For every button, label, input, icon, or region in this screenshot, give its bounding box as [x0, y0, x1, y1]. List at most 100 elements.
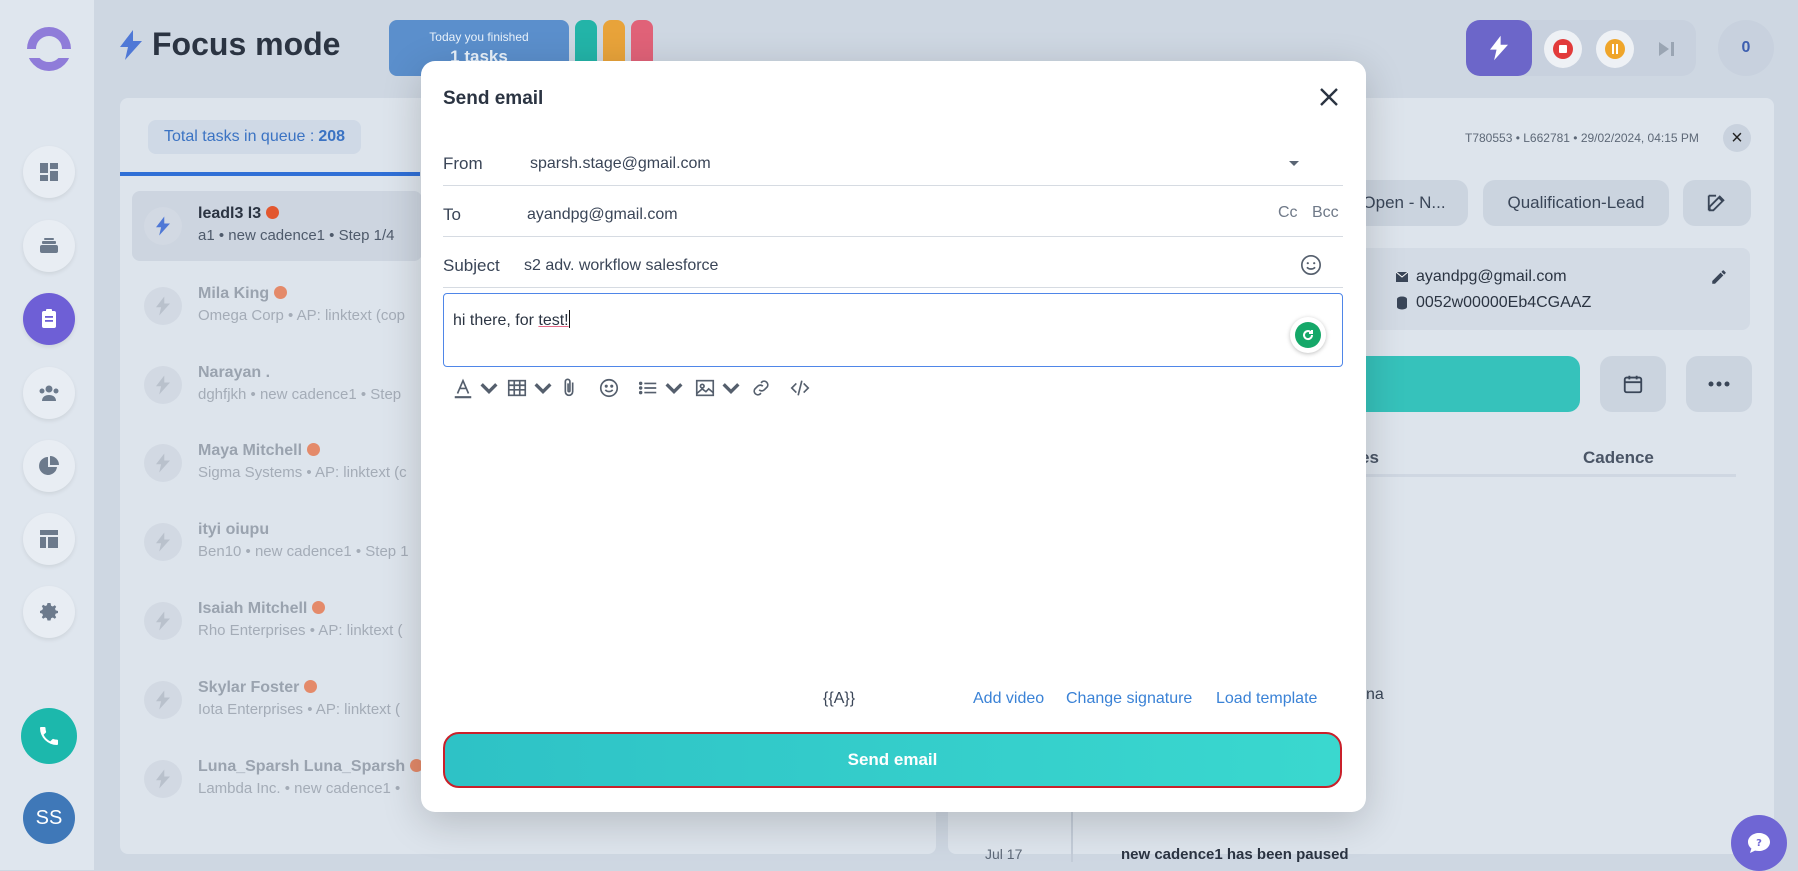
subject-label: Subject: [443, 256, 500, 275]
focus-bolt-button[interactable]: [1466, 20, 1532, 76]
inbox-icon[interactable]: [23, 220, 75, 272]
emoji-button[interactable]: [598, 375, 620, 401]
progress-label: Today you finished: [429, 30, 529, 44]
cc-button[interactable]: Cc: [1278, 204, 1298, 222]
more-icon: [1708, 381, 1730, 387]
lead-name: leadl3 l3: [198, 205, 262, 222]
bolt-icon: [144, 523, 182, 561]
link-button[interactable]: [750, 375, 772, 401]
lead-subtitle: Iota Enterprises • AP: linktext (: [198, 701, 401, 718]
chat-icon[interactable]: ?: [1731, 815, 1787, 871]
reports-icon[interactable]: [23, 440, 75, 492]
table-icon: [507, 379, 527, 397]
database-icon: [1397, 296, 1407, 310]
skip-icon: [1659, 42, 1674, 56]
timeline-line: [1071, 812, 1073, 862]
contact-email: ayandpg@gmail.com: [1416, 268, 1567, 285]
load-template-link[interactable]: Load template: [1216, 690, 1317, 708]
layout-icon[interactable]: [23, 513, 75, 565]
list-item[interactable]: Narayan . dghfjkh • new cadence1 • Step: [132, 350, 422, 420]
lead-name: Luna_Sparsh Luna_Sparsh: [198, 758, 406, 775]
lead-subtitle: dghfjkh • new cadence1 • Step: [198, 386, 402, 403]
primary-action-button[interactable]: l: [1340, 356, 1580, 412]
body-word: test!: [538, 312, 569, 329]
hot-lead-icon: [304, 680, 318, 693]
to-field[interactable]: ayandpg@gmail.com: [527, 206, 678, 224]
queue-count-badge: Total tasks in queue : 208: [148, 120, 362, 154]
chevron-down-icon[interactable]: [1289, 161, 1299, 166]
edit-button[interactable]: [1683, 180, 1751, 226]
stop-button[interactable]: [1544, 30, 1582, 68]
list-item[interactable]: Mila King Omega Corp • AP: linktext (cop: [132, 271, 422, 341]
settings-icon[interactable]: [23, 586, 75, 638]
image-button[interactable]: [694, 375, 742, 401]
table-button[interactable]: [506, 375, 554, 401]
add-video-link[interactable]: Add video: [973, 690, 1044, 708]
attach-button[interactable]: [558, 375, 580, 401]
to-label: To: [443, 205, 461, 224]
list-item[interactable]: Isaiah Mitchell Rho Enterprises • AP: li…: [132, 586, 422, 656]
bolt-icon: [144, 681, 182, 719]
stage-tag[interactable]: Qualification-Lead: [1483, 180, 1669, 226]
list-item[interactable]: leadl3 l3 a1 • new cadence1 • Step 1/4: [132, 191, 422, 261]
close-icon[interactable]: ×: [1723, 124, 1751, 152]
schedule-button[interactable]: [1600, 356, 1666, 412]
bolt-icon: [1490, 35, 1508, 61]
email-body-editor[interactable]: [443, 293, 1343, 367]
modal-title: Send email: [443, 88, 544, 109]
timeline-date: Jul 17: [985, 846, 1023, 862]
send-email-button[interactable]: Send email: [443, 732, 1342, 788]
close-icon[interactable]: [1314, 82, 1344, 112]
text-color-button[interactable]: [452, 375, 500, 401]
list-button[interactable]: [637, 375, 685, 401]
queue-progress-line: [120, 172, 420, 176]
hot-lead-icon: [312, 601, 326, 614]
list-item[interactable]: ityi oiupu Ben10 • new cadence1 • Step 1: [132, 507, 422, 577]
list-item[interactable]: Maya Mitchell Sigma Systems • AP: linkte…: [132, 428, 422, 498]
crm-row: 0052w00000Eb4CGAAZ: [1396, 294, 1591, 312]
bolt-icon: [144, 366, 182, 404]
lead-name: ityi oiupu: [198, 521, 270, 538]
grammarly-icon[interactable]: [1290, 317, 1326, 353]
list-item[interactable]: Luna_Sparsh Luna_Sparsh Lambda Inc. • ne…: [132, 744, 424, 814]
tasks-icon[interactable]: [23, 293, 75, 345]
chevron-down-icon: [722, 383, 740, 395]
list-icon: [638, 381, 657, 395]
users-icon[interactable]: [23, 367, 75, 419]
tab-divider: [1340, 474, 1736, 477]
code-button[interactable]: [789, 375, 811, 401]
hot-lead-icon: [266, 206, 280, 219]
email-body-text[interactable]: hi there, for test!: [453, 310, 570, 330]
skip-button[interactable]: [1648, 30, 1686, 68]
dashboard-icon[interactable]: [23, 146, 75, 198]
hot-lead-icon: [307, 443, 321, 456]
more-button[interactable]: [1686, 356, 1752, 412]
email-row: ayandpg@gmail.com: [1396, 268, 1567, 286]
chevron-down-icon: [534, 383, 552, 395]
bolt-icon: [144, 760, 182, 798]
svg-text:?: ?: [1756, 838, 1762, 849]
pause-button[interactable]: [1596, 30, 1634, 68]
bcc-button[interactable]: Bcc: [1312, 204, 1339, 222]
subject-field[interactable]: s2 adv. workflow salesforce: [524, 257, 718, 275]
change-signature-link[interactable]: Change signature: [1066, 690, 1192, 708]
lead-name: Narayan .: [198, 364, 271, 381]
chevron-down-icon: [665, 383, 683, 395]
insert-variable-button[interactable]: {{A}}: [823, 690, 855, 708]
logo-icon[interactable]: [26, 27, 72, 71]
queue-label: Total tasks in queue :: [164, 128, 315, 145]
lead-subtitle: a1 • new cadence1 • Step 1/4: [198, 227, 395, 244]
emoji-icon[interactable]: [1300, 254, 1322, 281]
text-color-icon: [454, 378, 472, 399]
lead-name: Maya Mitchell: [198, 442, 303, 459]
phone-icon[interactable]: [21, 708, 77, 764]
avatar[interactable]: SS: [23, 792, 75, 844]
image-icon: [695, 379, 715, 397]
notification-counter[interactable]: 0: [1718, 20, 1774, 76]
hot-lead-icon: [274, 286, 288, 299]
tab-cadence[interactable]: Cadence: [1583, 448, 1654, 468]
stop-icon: [1553, 39, 1573, 59]
list-item[interactable]: Skylar Foster Iota Enterprises • AP: lin…: [132, 665, 422, 735]
from-select[interactable]: sparsh.stage@gmail.com: [530, 155, 711, 173]
pencil-icon[interactable]: [1710, 268, 1728, 291]
